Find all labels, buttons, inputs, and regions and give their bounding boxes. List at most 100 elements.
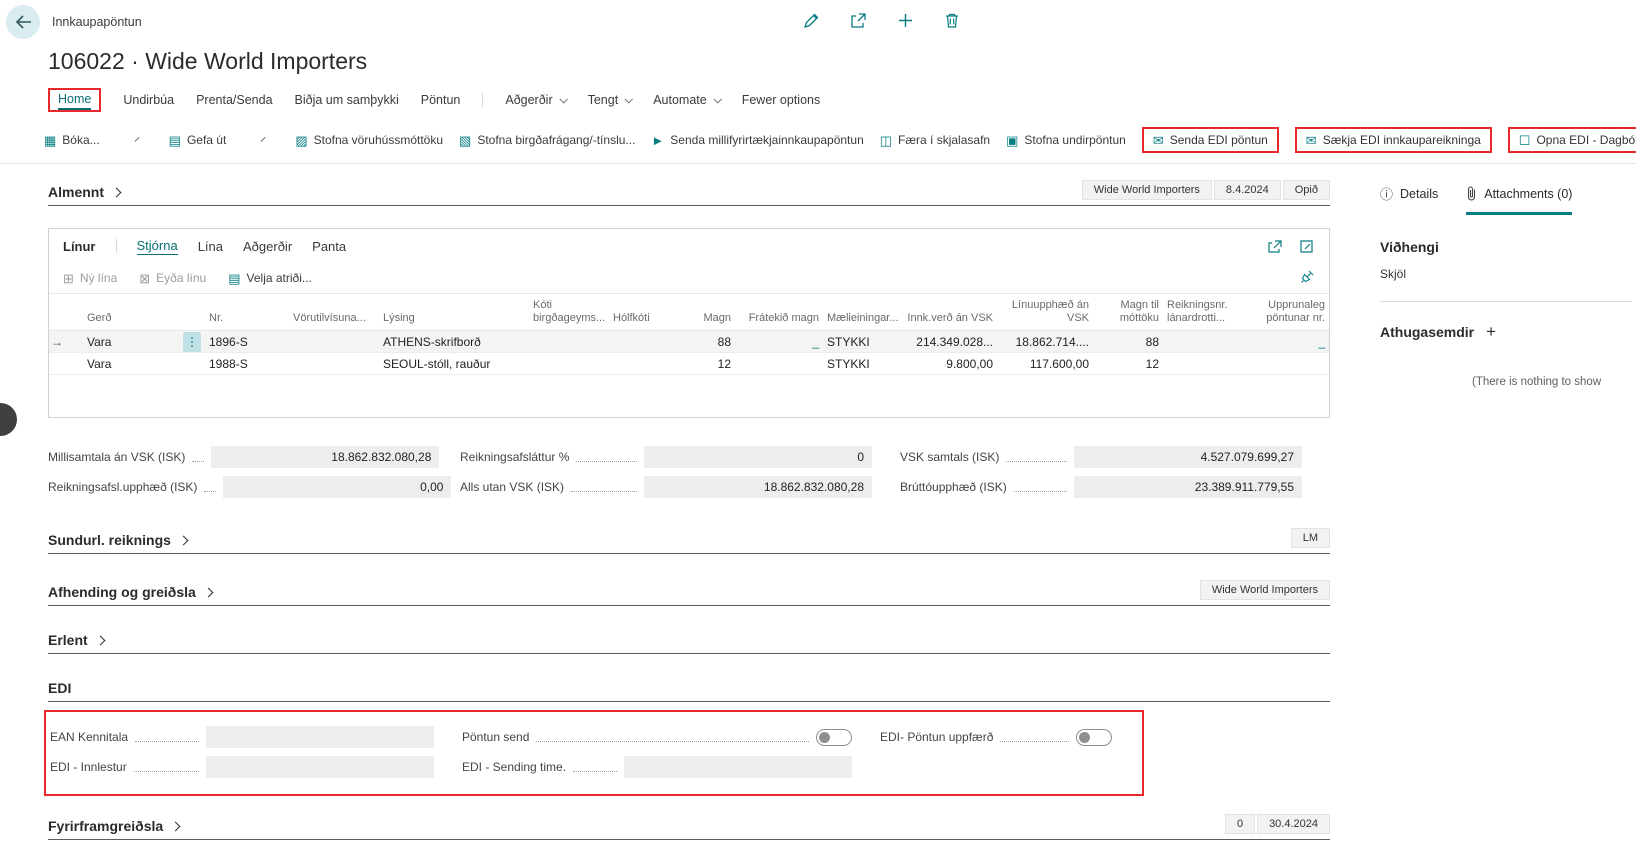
general-date-chip[interactable]: 8.4.2024	[1214, 180, 1281, 200]
cell-description[interactable]: ATHENS-skrifborð	[381, 335, 531, 349]
open-in-new-window-icon[interactable]	[1299, 239, 1315, 254]
edi-order-updated-toggle[interactable]	[1076, 729, 1112, 746]
prepayment-date-chip[interactable]: 30.4.2024	[1257, 814, 1330, 834]
cell-type[interactable]: Vara	[85, 357, 181, 371]
total-excl-vat-value[interactable]: 18.862.832.080,28	[644, 476, 872, 498]
tab-details[interactable]: ⓘ Details	[1380, 184, 1438, 215]
table-row[interactable]: Vara 1988-S SEOUL-stóll, rauður 12 STYKK…	[49, 353, 1329, 375]
col-innkverd[interactable]: Innk.verð án VSK	[903, 312, 999, 325]
cell-line-amount[interactable]: 117.600,00	[999, 357, 1095, 371]
delete-line-button[interactable]: ⊠ Eyða línu	[139, 271, 206, 285]
section-prepayment-toggle[interactable]: Fyrirframgreiðsla	[48, 818, 179, 834]
subtotal-value[interactable]: 18.862.832.080,28	[211, 446, 439, 468]
col-maelieiningar[interactable]: Mælieiningar...	[825, 312, 903, 325]
prepayment-pct-chip[interactable]: 0	[1225, 814, 1255, 834]
tab-bidja-um-sampykki[interactable]: Biðja um samþykki	[295, 93, 399, 107]
fewer-options[interactable]: Fewer options	[742, 93, 821, 107]
cell-uom[interactable]: STYKKI	[825, 357, 903, 371]
invoice-discount-amount-value[interactable]: 0,00	[223, 476, 451, 498]
tab-pontun[interactable]: Pöntun	[421, 93, 461, 107]
cell-type[interactable]: Vara	[85, 335, 181, 349]
share-icon[interactable]	[850, 12, 867, 29]
table-row[interactable]: → Vara ⋮ 1896-S ATHENS-skrifborð 88 _ ST…	[49, 331, 1329, 353]
share-icon[interactable]	[1267, 239, 1283, 254]
section-edi-toggle[interactable]: EDI	[48, 680, 71, 696]
cell-unit-cost[interactable]: 214.349.028...	[903, 335, 999, 349]
cell-no[interactable]: 1896-S	[207, 335, 291, 349]
section-general-toggle[interactable]: Almennt	[48, 184, 120, 200]
tab-home[interactable]: Home	[58, 92, 91, 110]
move-to-archive-button[interactable]: ◫ Færa í skjalasafn	[880, 133, 990, 147]
menu-automate[interactable]: Automate	[653, 93, 720, 107]
section-foreign-toggle[interactable]: Erlent	[48, 632, 104, 648]
col-lysing[interactable]: Lýsing	[381, 312, 531, 325]
open-edi-journal-button[interactable]: ☐ Opna EDI - Dagbók	[1508, 127, 1636, 153]
row-menu-icon[interactable]: ⋮	[183, 332, 201, 352]
breadcrumb[interactable]: Innkaupapöntun	[52, 15, 142, 29]
lines-menu-stjorna[interactable]: Stjórna	[137, 238, 178, 255]
col-koti-birgdageyms[interactable]: Kóti birgðageyms...	[531, 299, 611, 325]
edi-import-input[interactable]	[206, 756, 434, 778]
cell-qty-to-receive[interactable]: 12	[1095, 357, 1165, 371]
cell-original-order[interactable]: _	[1245, 335, 1331, 349]
cell-no[interactable]: 1988-S	[207, 357, 291, 371]
shipping-payment-chip[interactable]: Wide World Importers	[1200, 580, 1330, 600]
col-magn-til-mottoku[interactable]: Magn til móttöku	[1095, 299, 1165, 325]
order-sent-toggle[interactable]	[816, 729, 852, 746]
documents-link[interactable]: Skjöl	[1380, 267, 1636, 281]
create-suborder-button[interactable]: ▣ Stofna undirpöntun	[1006, 133, 1126, 147]
tab-attachments[interactable]: Attachments (0)	[1466, 184, 1572, 215]
create-inventory-putaway-button[interactable]: ▧ Stofna birgðafrágang/-tínslu...	[459, 133, 635, 147]
select-items-button[interactable]: ▤ Velja atriði...	[228, 271, 312, 285]
cell-unit-cost[interactable]: 9.800,00	[903, 357, 999, 371]
cell-qty[interactable]: 12	[673, 357, 737, 371]
cell-uom[interactable]: STYKKI	[825, 335, 903, 349]
lines-menu-lina[interactable]: Lína	[198, 239, 223, 254]
general-vendor-chip[interactable]: Wide World Importers	[1082, 180, 1212, 200]
col-magn[interactable]: Magn	[673, 312, 737, 325]
section-invoice-details-toggle[interactable]: Sundurl. reiknings	[48, 532, 187, 548]
add-note-button[interactable]: +	[1486, 322, 1496, 342]
create-whse-receipt-button[interactable]: ▨ Stofna vöruhússmóttöku	[295, 133, 443, 147]
col-fratekid-magn[interactable]: Frátekið magn	[737, 312, 825, 325]
col-nr[interactable]: Nr.	[207, 312, 291, 325]
fetch-edi-invoices-button[interactable]: ✉ Sækja EDI innkaupareikninga	[1295, 127, 1492, 153]
cell-line-amount[interactable]: 18.862.714....	[999, 335, 1095, 349]
pin-icon[interactable]	[1300, 269, 1315, 287]
delete-icon[interactable]	[944, 12, 960, 29]
col-holfkoti[interactable]: Hólfkóti	[611, 312, 673, 325]
total-incl-vat-value[interactable]: 23.389.911.779,55	[1074, 476, 1302, 498]
col-reikningsnr[interactable]: Reikningsnr. lánardrotti...	[1165, 299, 1245, 325]
general-status-chip[interactable]: Opið	[1283, 180, 1330, 200]
post-dropdown-icon[interactable]	[134, 137, 139, 142]
invoice-details-chip[interactable]: LM	[1291, 528, 1330, 548]
menu-adgerdir[interactable]: Aðgerðir	[505, 93, 565, 107]
release-dropdown-icon[interactable]	[261, 137, 266, 142]
new-line-button[interactable]: ⊞ Ný lína	[63, 271, 117, 285]
col-linuupphaed[interactable]: Línuupphæð án VSK	[999, 299, 1095, 325]
send-edi-order-button[interactable]: ✉ Senda EDI pöntun	[1142, 127, 1279, 153]
col-upprunaleg[interactable]: Upprunaleg pöntunar nr.	[1245, 299, 1331, 325]
release-button[interactable]: ▤ Gefa út	[169, 133, 227, 147]
post-button[interactable]: ▦ Bóka...	[44, 133, 100, 147]
tab-undirbua[interactable]: Undirbúa	[123, 93, 174, 107]
edit-icon[interactable]	[803, 12, 820, 29]
col-gerd[interactable]: Gerð	[85, 312, 181, 325]
back-button[interactable]	[6, 5, 40, 39]
section-shipping-payment-toggle[interactable]: Afhending og greiðsla	[48, 584, 212, 600]
invoice-discount-pct-value[interactable]: 0	[644, 446, 872, 468]
menu-tengt[interactable]: Tengt	[588, 93, 632, 107]
cell-description[interactable]: SEOUL-stóll, rauður	[381, 357, 531, 371]
add-icon[interactable]	[897, 12, 914, 29]
cell-qty-to-receive[interactable]: 88	[1095, 335, 1165, 349]
tab-prenta-senda[interactable]: Prenta/Senda	[196, 93, 272, 107]
send-intercompany-po-button[interactable]: ► Senda millifyrirtækjainnkaupapöntun	[651, 133, 863, 147]
ean-input[interactable]	[206, 726, 434, 748]
cell-qty[interactable]: 88	[673, 335, 737, 349]
lines-menu-adgerdir[interactable]: Aðgerðir	[243, 239, 292, 254]
lines-menu-panta[interactable]: Panta	[312, 239, 346, 254]
edi-sending-time-input[interactable]	[624, 756, 852, 778]
vat-total-value[interactable]: 4.527.079.699,27	[1074, 446, 1302, 468]
col-vorutilvisun[interactable]: Vörutilvísuna...	[291, 312, 381, 325]
cell-reserved-qty[interactable]: _	[737, 335, 825, 349]
